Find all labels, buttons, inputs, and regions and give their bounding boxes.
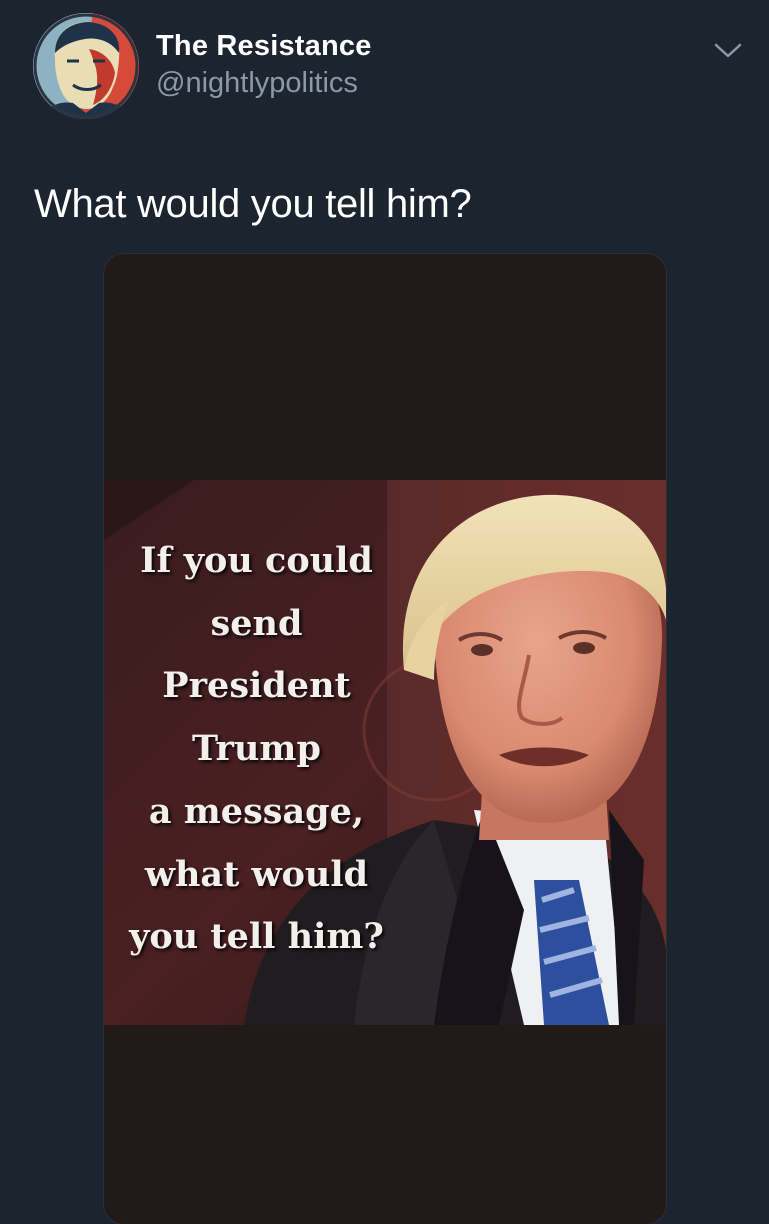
meme-image: If you could send President Trump a mess…: [104, 480, 666, 1025]
meme-caption-line: If you could: [140, 540, 373, 581]
tweet-menu-button[interactable]: [708, 36, 748, 66]
meme-caption-line: Trump: [192, 728, 321, 770]
meme-caption-line: send: [210, 602, 303, 644]
tweet-header: The Resistance @nightlypolitics: [0, 0, 769, 140]
meme-caption: If you could send President Trump a mess…: [104, 530, 409, 969]
avatar[interactable]: [33, 13, 139, 119]
tweet-text: What would you tell him?: [34, 182, 472, 226]
poster-portrait-avatar-icon: [33, 13, 139, 119]
tweet-media[interactable]: If you could send President Trump a mess…: [104, 254, 666, 1224]
meme-caption-line: President: [162, 665, 351, 707]
author-name[interactable]: The Resistance: [156, 29, 372, 63]
meme-caption-line: a message,: [148, 790, 365, 832]
meme-caption-line: what would: [144, 853, 369, 895]
author-handle[interactable]: @nightlypolitics: [156, 66, 358, 100]
meme-caption-line: you tell him?: [129, 916, 384, 958]
chevron-down-icon: [714, 43, 742, 58]
